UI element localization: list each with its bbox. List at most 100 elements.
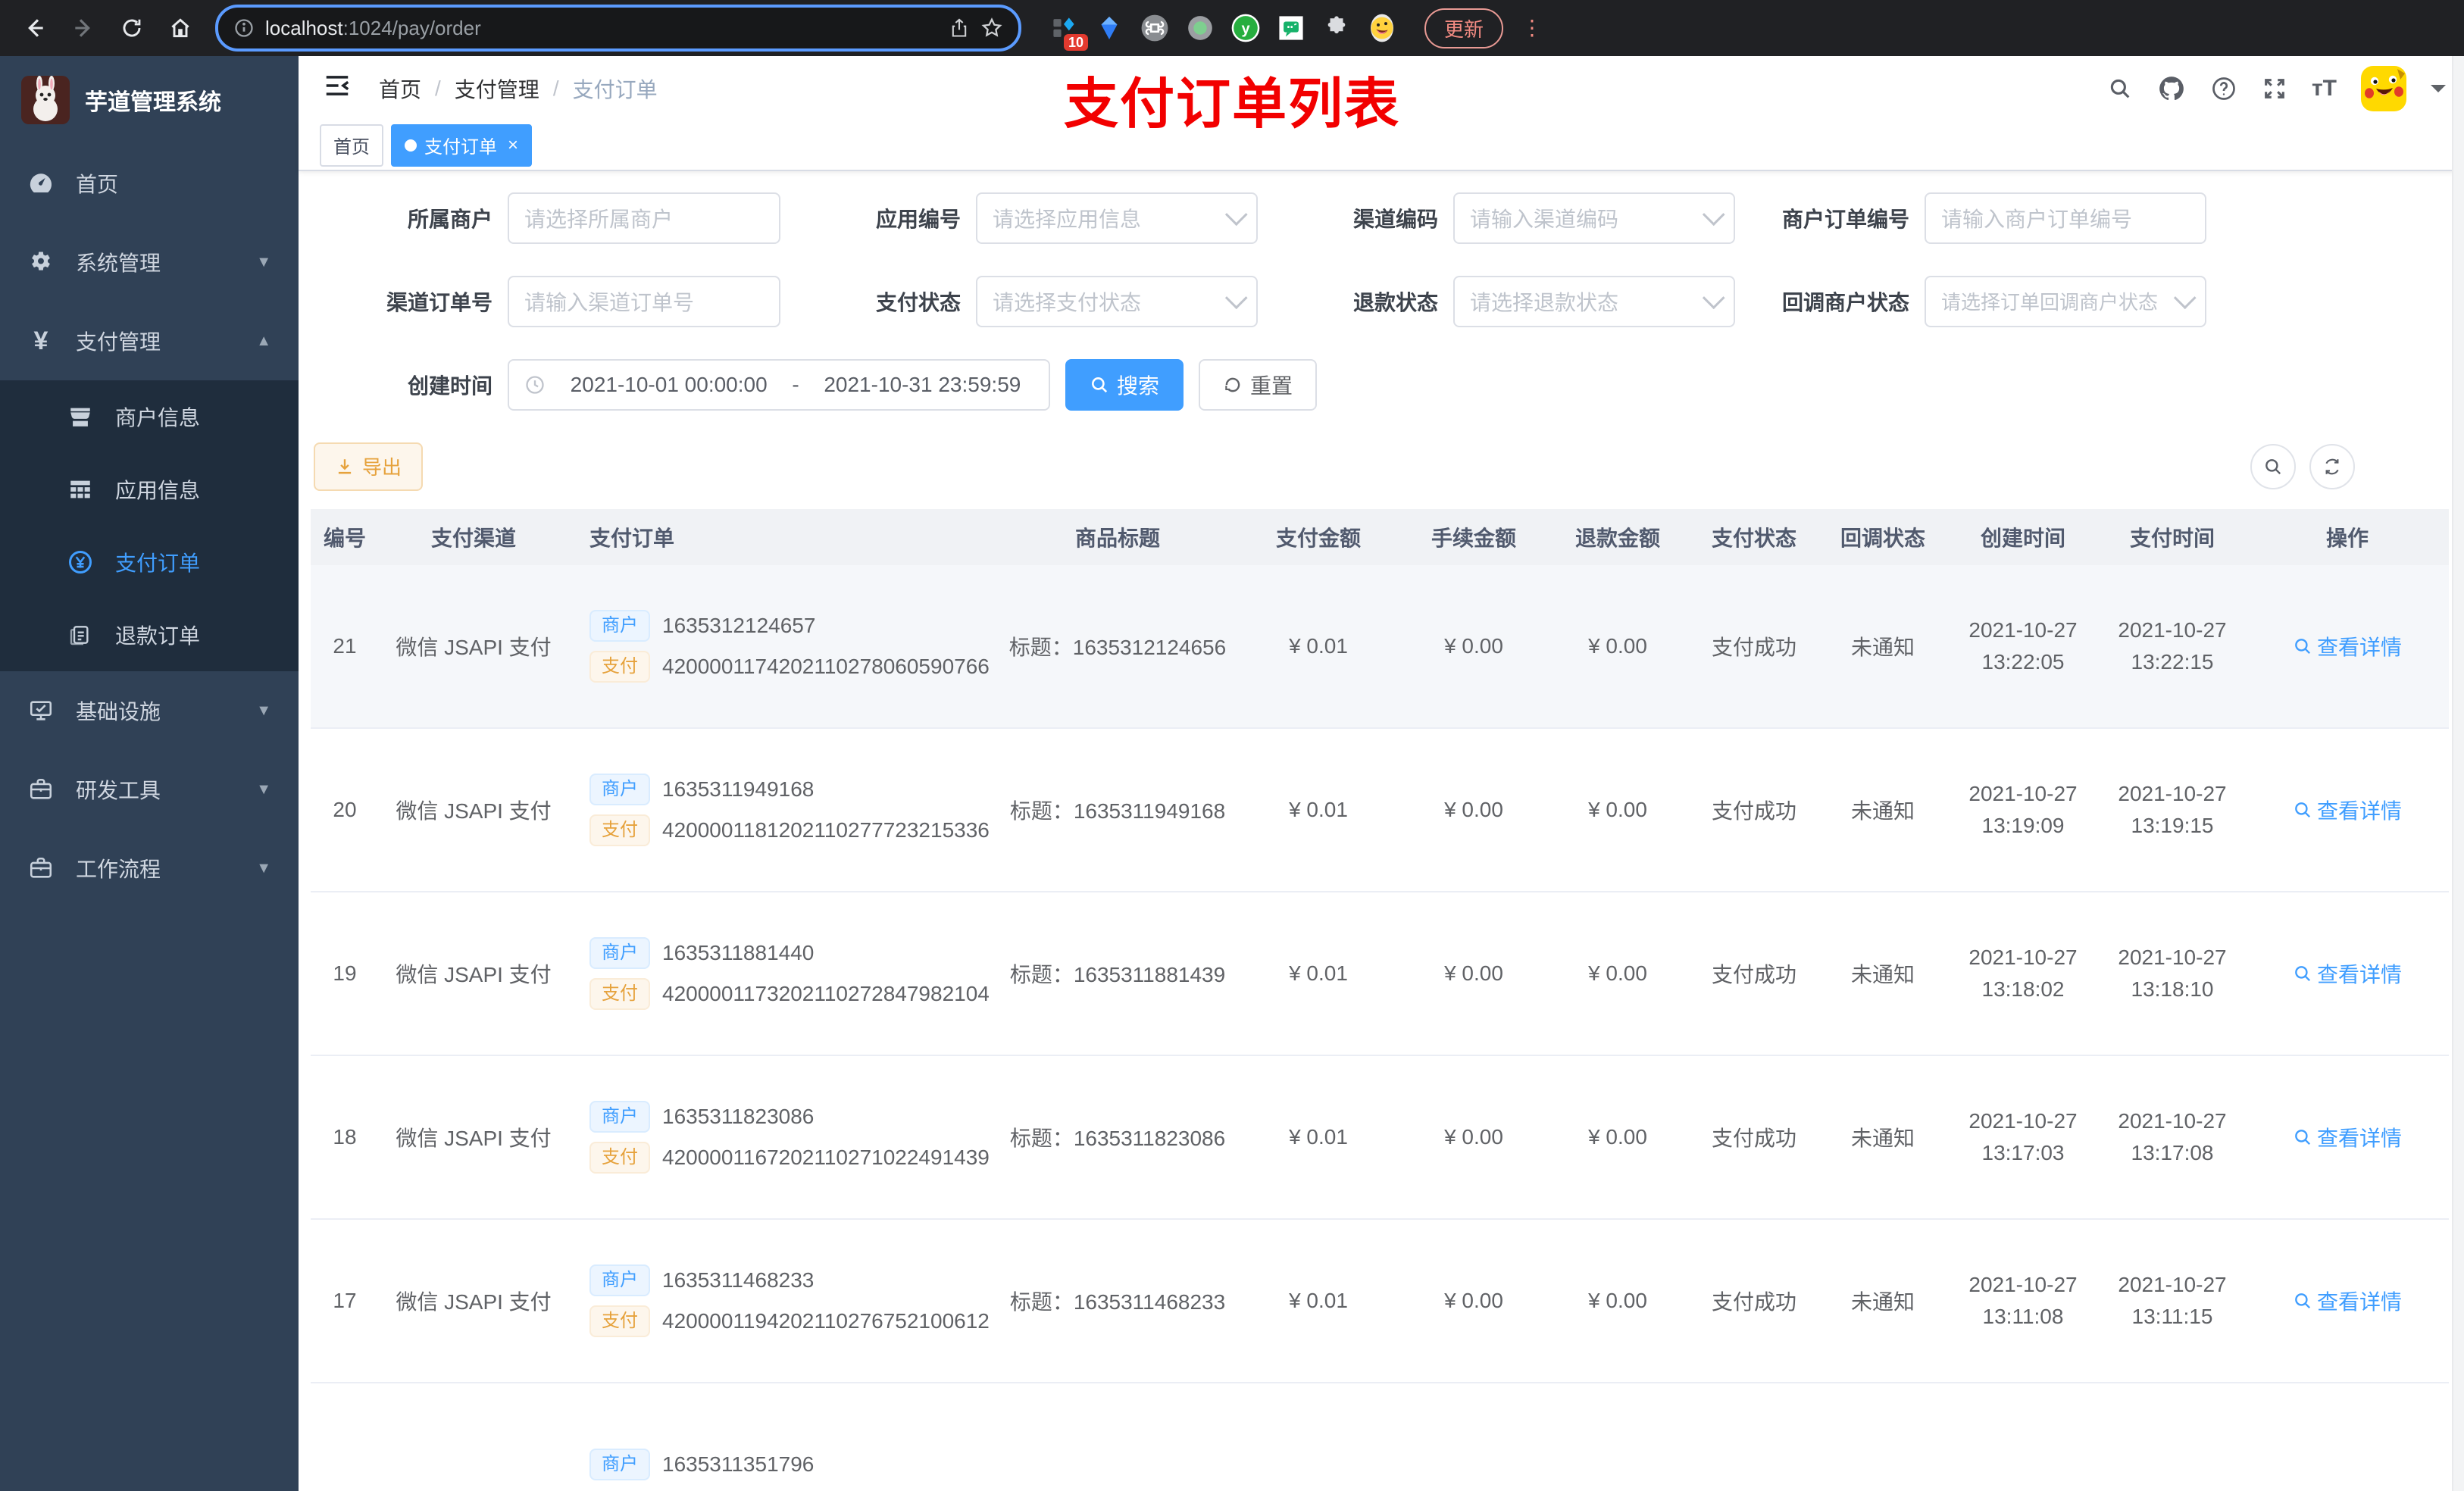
sidebar-item-home[interactable]: 首页 [0, 144, 299, 223]
merchant-order-no: 1635311823086 [662, 1104, 815, 1128]
breadcrumb-separator: / [435, 77, 441, 101]
sidebar-item-system[interactable]: 系统管理 ▼ [0, 223, 299, 302]
cell-create-time: 2021-10-27 13:22:05 [1968, 617, 2078, 674]
sidebar-item-pay-order[interactable]: 支付订单 [0, 526, 299, 599]
extension-chat-icon[interactable] [1276, 13, 1306, 43]
filter-create-time: 创建时间 2021-10-01 00:00:00 - 2021-10-31 23… [311, 358, 1050, 411]
show-search-button[interactable] [2250, 443, 2296, 489]
search-button[interactable] [2107, 76, 2133, 102]
breadcrumb-payment[interactable]: 支付管理 [455, 73, 539, 104]
cell-channel: 微信 JSAPI 支付 [396, 799, 552, 823]
forward-button[interactable] [64, 8, 103, 48]
breadcrumb-home[interactable]: 首页 [379, 73, 421, 104]
browser-menu-button[interactable]: ⋮ [1521, 17, 1543, 39]
date-end[interactable]: 2021-10-31 23:59:59 [811, 373, 1033, 397]
close-icon[interactable]: × [508, 135, 518, 156]
merchant-order-no-input[interactable]: 请输入商户订单编号 [1925, 192, 2206, 244]
site-info-icon[interactable] [233, 17, 255, 39]
sidebar-item-app-info[interactable]: 应用信息 [0, 453, 299, 526]
export-button[interactable]: 导出 [314, 442, 424, 491]
extension-gem-icon[interactable] [1094, 13, 1124, 43]
filter-label: 创建时间 [407, 374, 492, 398]
github-button[interactable] [2157, 74, 2186, 103]
merchant-order-no: 1635311881440 [662, 940, 815, 964]
font-size-button[interactable]: ᴛT [2312, 76, 2337, 102]
extension-y-icon[interactable]: y [1230, 13, 1261, 43]
reload-button[interactable] [112, 8, 152, 48]
cell-pay-time: 2021-10-27 13:18:10 [2118, 945, 2227, 1001]
back-button[interactable] [15, 8, 55, 48]
reset-button[interactable]: 重置 [1199, 358, 1318, 411]
view-detail-link[interactable]: 查看详情 [2293, 958, 2402, 989]
search-button[interactable]: 搜索 [1065, 358, 1184, 411]
fullscreen-button[interactable] [2262, 76, 2287, 102]
extension-command-icon[interactable] [1140, 13, 1170, 43]
back-icon [28, 19, 43, 37]
merchant-tag: 商户 [589, 1100, 650, 1133]
sidebar-toggle-button[interactable] [323, 71, 352, 106]
view-detail-link[interactable]: 查看详情 [2293, 795, 2402, 825]
share-icon[interactable] [949, 17, 970, 39]
clock-icon [526, 375, 544, 394]
placeholder: 请选择所属商户 [524, 207, 674, 231]
orders-table: 编号 支付渠道 支付订单 商品标题 支付金额 手续金额 退款金额 支付状态 回调状态 创建时间 支付… [311, 508, 2449, 1491]
avatar[interactable] [2361, 66, 2406, 112]
channel-code-select[interactable]: 请输入渠道编码 [1453, 192, 1735, 244]
table-row: 商户 1635311351796 [311, 1383, 2449, 1491]
tag-home[interactable]: 首页 [320, 123, 383, 167]
sidebar-logo-row[interactable]: 芋道管理系统 [0, 56, 299, 144]
notify-status-select[interactable]: 请选择订单回调商户状态 [1925, 275, 2206, 327]
sidebar-item-payment[interactable]: ¥ 支付管理 ▲ [0, 302, 299, 380]
view-detail-link[interactable]: 查看详情 [2293, 1122, 2402, 1152]
sidebar-item-refund-order[interactable]: 退款订单 [0, 599, 299, 671]
pay-order-no: 4200001167202110271022491439 [662, 1145, 990, 1169]
date-range-input[interactable]: 2021-10-01 00:00:00 - 2021-10-31 23:59:5… [508, 358, 1050, 411]
fullscreen-icon [2265, 79, 2284, 99]
cell-id: 21 [333, 633, 357, 658]
table-toolbar: 导出 [311, 442, 2449, 491]
sidebar-item-label: 商户信息 [115, 406, 201, 430]
content: 所属商户 请选择所属商户 应用编号 请选择应用信息 渠道编码 请输入渠道编码 商… [299, 171, 2464, 1491]
column-header: 支付时间 [2129, 526, 2215, 550]
column-header: 支付订单 [589, 526, 675, 550]
page-title-annotation: 支付订单列表 [1064, 74, 1401, 135]
channel-order-no-input[interactable]: 请输入渠道订单号 [508, 275, 780, 327]
app-select[interactable]: 请选择应用信息 [976, 192, 1258, 244]
merchant-order-no: 1635311351796 [662, 1452, 815, 1476]
url-bar[interactable]: localhost:1024/pay/order [215, 5, 1021, 52]
extension-emoji-icon[interactable] [1367, 13, 1397, 43]
sidebar-item-merchant-info[interactable]: 商户信息 [0, 380, 299, 453]
cell-title: 标题：1635311468233 [1009, 1289, 1226, 1314]
cell-refund: ¥ 0.00 [1588, 961, 1647, 985]
sidebar-item-workflow[interactable]: 工作流程 ▼ [0, 829, 299, 908]
refresh-table-button[interactable] [2309, 443, 2355, 489]
refund-status-select[interactable]: 请选择退款状态 [1453, 275, 1735, 327]
cell-amount: ¥ 0.01 [1289, 1288, 1348, 1312]
sidebar-item-label: 基础设施 [76, 700, 161, 724]
monitor-icon [27, 698, 55, 724]
sidebar-item-infrastructure[interactable]: 基础设施 ▼ [0, 671, 299, 750]
extension-record-icon[interactable] [1185, 13, 1215, 43]
extension-grid-icon[interactable]: 10 [1049, 13, 1088, 51]
tag-pay-order[interactable]: 支付订单 × [391, 123, 533, 167]
cell-fee: ¥ 0.00 [1444, 633, 1503, 658]
view-detail-link[interactable]: 查看详情 [2293, 1286, 2402, 1316]
date-start[interactable]: 2021-10-01 00:00:00 [558, 373, 780, 397]
pay-tag: 支付 [589, 814, 650, 846]
sidebar-item-dev-tools[interactable]: 研发工具 ▼ [0, 750, 299, 829]
sidebar: 芋道管理系统 首页 系统管理 ▼ ¥ 支付管理 ▲ 商户信息 应用信息 支付订单… [0, 56, 299, 1491]
filter-channel-code: 渠道编码 请输入渠道编码 [1258, 192, 1735, 244]
pay-status-select[interactable]: 请选择支付状态 [976, 275, 1258, 327]
help-button[interactable] [2210, 75, 2237, 102]
merchant-select[interactable]: 请选择所属商户 [508, 192, 780, 244]
home-button[interactable] [161, 8, 200, 48]
update-button[interactable]: 更新 [1424, 8, 1504, 48]
column-header: 支付金额 [1275, 526, 1361, 550]
cell-refund: ¥ 0.00 [1588, 797, 1647, 821]
scrollbar[interactable] [2452, 56, 2464, 1491]
chevron-down-icon[interactable] [2431, 85, 2446, 100]
cell-refund: ¥ 0.00 [1588, 1124, 1647, 1149]
view-detail-link[interactable]: 查看详情 [2293, 631, 2402, 661]
bookmark-star-icon[interactable] [980, 17, 1003, 39]
extensions-puzzle-icon[interactable] [1321, 13, 1352, 43]
